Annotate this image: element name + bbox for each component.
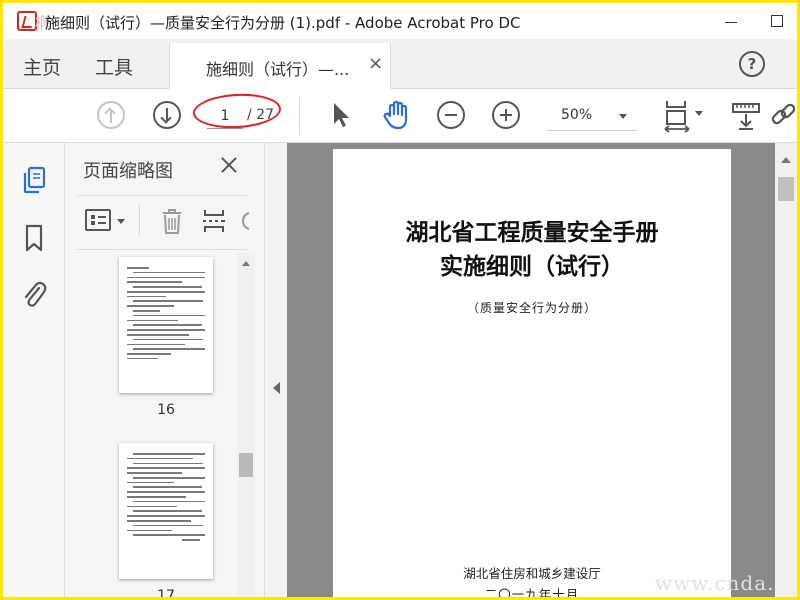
link-icon[interactable] [769, 101, 797, 131]
document-subtitle: （质量安全行为分册） [466, 301, 597, 315]
previous-page-button[interactable] [97, 101, 125, 129]
minimize-button[interactable] [709, 3, 753, 39]
thumbnail-label: 17 [157, 588, 175, 597]
close-panel-icon[interactable] [217, 153, 241, 177]
trash-icon[interactable] [161, 207, 183, 235]
tab-tools[interactable]: 工具 [95, 53, 133, 80]
panel-title: 页面缩略图 [83, 161, 173, 182]
maximize-icon [771, 15, 783, 27]
site-watermark: www.cnda...om [655, 571, 775, 595]
zoom-in-button[interactable] [492, 101, 520, 129]
panel-toolbar-separator [139, 205, 140, 235]
hand-tool-icon[interactable] [381, 99, 413, 131]
document-title-line1: 湖北省工程质量安全手册 [405, 219, 659, 246]
fit-page-icon[interactable] [663, 99, 691, 133]
collapse-panel-handle[interactable] [265, 143, 287, 597]
zoom-out-button[interactable] [437, 101, 465, 129]
zoom-select[interactable]: 50% [547, 103, 637, 131]
title-bar: 椭 施细则（试行）—质量安全行为分册 (1).pdf - Adobe Acrob… [3, 3, 797, 39]
extract-pages-icon[interactable] [201, 207, 227, 235]
panel-divider [77, 249, 247, 250]
close-tab-icon[interactable]: × [368, 53, 383, 74]
rotate-icon[interactable] [241, 207, 251, 235]
help-icon[interactable]: ? [739, 51, 765, 77]
main-toolbar: / 27 50% [3, 89, 797, 143]
bookmark-icon[interactable] [21, 223, 47, 253]
minimize-icon [725, 21, 737, 23]
acrobat-window: 椭 施细则（试行）—质量安全行为分册 (1).pdf - Adobe Acrob… [3, 3, 797, 597]
document-scrollbar[interactable] [775, 143, 797, 597]
acrobat-app-icon [17, 11, 37, 31]
document-tab-label: 施细则（试行）—... [206, 60, 350, 79]
maximize-button[interactable] [755, 3, 797, 39]
red-annotation-ellipse [192, 91, 282, 131]
panel-scrollbar[interactable] [237, 253, 255, 597]
scroll-up-icon[interactable] [242, 261, 250, 266]
window-title: 施细则（试行）—质量安全行为分册 (1).pdf - Adobe Acrobat… [45, 14, 521, 32]
scrollbar-thumb[interactable] [239, 453, 253, 477]
thumbnail-label: 16 [157, 402, 175, 418]
panel-divider [77, 195, 247, 196]
options-chevron-icon[interactable] [117, 219, 125, 224]
pdf-page: 湖北省工程质量安全手册 实施细则（试行） （质量安全行为分册） 湖北省住房和城乡… [333, 149, 731, 597]
chevron-left-icon [273, 382, 280, 394]
zoom-value: 50% [561, 107, 593, 123]
thumbnail-list: 16 17 [65, 253, 237, 597]
fit-options-chevron-icon[interactable] [695, 111, 703, 116]
chevron-down-icon [619, 114, 627, 119]
page-thumbnails-icon[interactable] [21, 165, 47, 195]
options-icon[interactable] [85, 209, 111, 231]
thumbnail-page[interactable] [119, 257, 213, 393]
arrow-down-icon [166, 108, 168, 121]
tab-home[interactable]: 主页 [23, 53, 61, 80]
scrollbar-thumb[interactable] [778, 177, 794, 201]
page-thumbnails-panel: 页面缩略图 16 17 [65, 143, 265, 597]
ruler-measure-icon[interactable] [731, 101, 761, 131]
document-view[interactable]: 湖北省工程质量安全手册 实施细则（试行） （质量安全行为分册） 湖北省住房和城乡… [287, 143, 775, 597]
select-tool-icon[interactable] [331, 101, 353, 129]
thumbnail-page[interactable] [119, 443, 213, 579]
tab-document[interactable]: 施细则（试行）—... × [169, 43, 391, 89]
arrow-up-icon [110, 110, 112, 123]
tab-bar: 主页 工具 施细则（试行）—... × ? [3, 39, 797, 89]
document-title-line2: 实施细则（试行） [440, 253, 624, 280]
next-page-button[interactable] [153, 101, 181, 129]
scroll-up-icon[interactable] [781, 157, 791, 163]
toolbar-separator [299, 97, 300, 135]
paperclip-icon[interactable] [21, 279, 47, 309]
navigation-rail [3, 143, 65, 597]
